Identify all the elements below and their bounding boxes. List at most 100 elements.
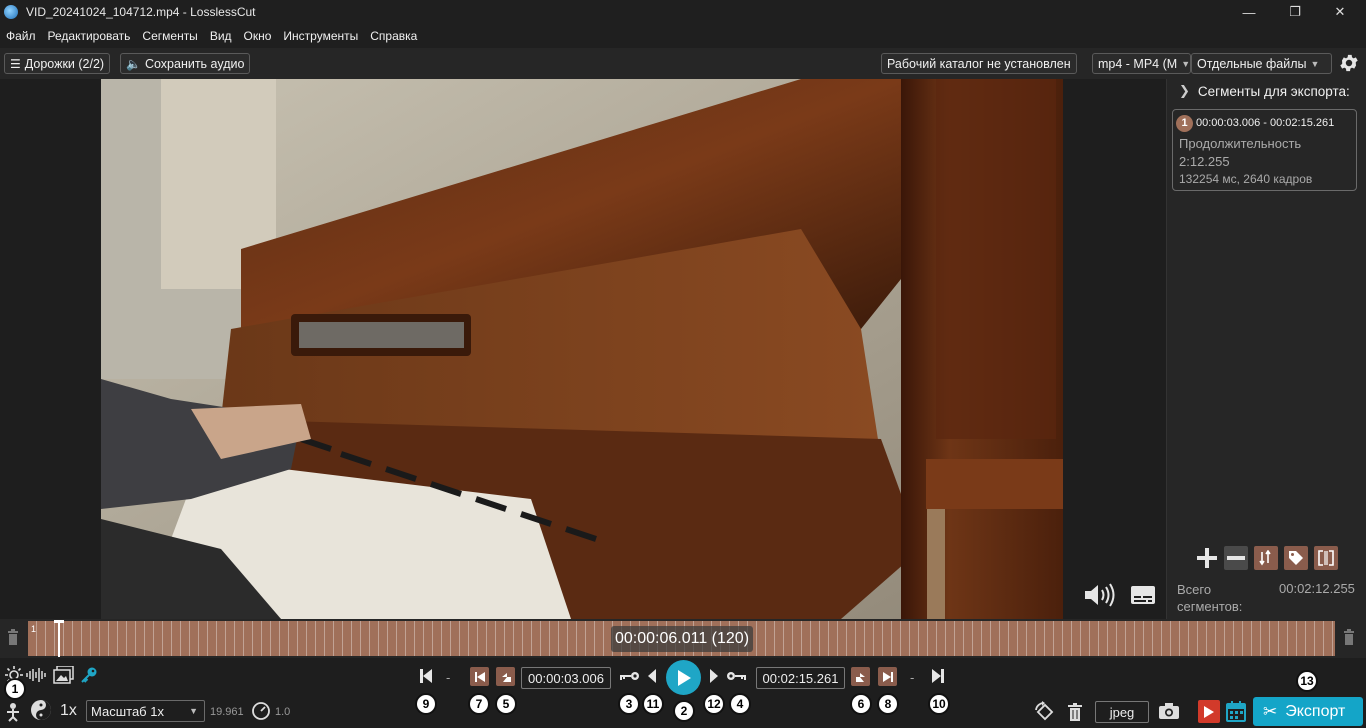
playback-speed[interactable]: 1x bbox=[60, 701, 77, 721]
play-button[interactable] bbox=[666, 660, 701, 695]
annotation-13: 13 bbox=[1296, 670, 1318, 692]
speaker-icon: 🔈 bbox=[126, 56, 141, 71]
chevron-right-icon[interactable]: ❯ bbox=[1179, 83, 1190, 99]
annotation-1: 1 bbox=[4, 678, 26, 700]
jump-to-start-icon[interactable] bbox=[419, 667, 433, 685]
segment-duration-ms: 132254 мс, 2640 кадров bbox=[1179, 172, 1313, 186]
annotation-2: 2 bbox=[673, 700, 695, 722]
title-bar: VID_20241024_104712.mp4 - LosslessCut — … bbox=[0, 0, 1366, 24]
separator-text: - bbox=[446, 670, 451, 685]
segments-header-label: Сегменты для экспорта: bbox=[1197, 83, 1350, 99]
scissors-icon: ✂ bbox=[1263, 701, 1278, 721]
maximize-button[interactable]: ❐ bbox=[1272, 0, 1318, 24]
keyframe-forward-icon[interactable] bbox=[726, 669, 748, 683]
key-icon[interactable] bbox=[80, 666, 98, 684]
thumbnails-icon[interactable] bbox=[53, 666, 74, 684]
cut-start-time-input[interactable]: 00:00:03.006 bbox=[521, 667, 611, 689]
rotate-icon[interactable] bbox=[1033, 701, 1055, 723]
jump-cut-start-icon[interactable] bbox=[470, 667, 489, 686]
menu-window[interactable]: Окно bbox=[244, 29, 272, 43]
working-dir-label: Рабочий каталог не установлен bbox=[887, 56, 1071, 71]
tracks-button[interactable]: ☰ Дорожки (2/2) bbox=[4, 53, 111, 74]
menu-edit[interactable]: Редактировать bbox=[48, 29, 131, 43]
play-segments-icon[interactable] bbox=[1198, 700, 1220, 723]
separator-text: - bbox=[910, 670, 915, 685]
reorder-segments-icon[interactable] bbox=[1254, 546, 1278, 570]
annotation-4: 4 bbox=[729, 693, 751, 715]
segment-duration-label: Продолжительность bbox=[1179, 136, 1302, 151]
menu-tools[interactable]: Инструменты bbox=[283, 29, 358, 43]
output-mode-select[interactable]: Отдельные файлы ▼ bbox=[1191, 53, 1332, 74]
video-margin-left bbox=[0, 79, 101, 619]
previous-frame-icon[interactable] bbox=[646, 668, 658, 684]
format-select[interactable]: mp4 - MP4 (M ▼ bbox=[1092, 53, 1191, 74]
menu-view[interactable]: Вид bbox=[210, 29, 232, 43]
app-window: VID_20241024_104712.mp4 - LosslessCut — … bbox=[0, 0, 1366, 728]
total-segments-duration: 00:02:12.255 bbox=[1279, 581, 1355, 596]
speedometer-icon[interactable] bbox=[251, 701, 271, 721]
annotation-7: 7 bbox=[468, 693, 490, 715]
chevron-down-icon: ▼ bbox=[189, 706, 198, 716]
add-segment-icon[interactable] bbox=[1195, 546, 1219, 570]
remove-segment-icon[interactable] bbox=[1224, 546, 1248, 570]
jump-to-end-icon[interactable] bbox=[931, 667, 945, 685]
segment-card[interactable]: 1 00:00:03.006 - 00:02:15.261 Продолжите… bbox=[1172, 109, 1357, 191]
volume-icon[interactable] bbox=[1083, 582, 1115, 608]
menu-bar: Файл Редактировать Сегменты Вид Окно Инс… bbox=[0, 24, 1366, 48]
trash-icon[interactable] bbox=[1343, 629, 1357, 647]
subtitles-icon[interactable] bbox=[1130, 585, 1156, 605]
list-icon: ☰ bbox=[10, 56, 21, 71]
split-segment-icon[interactable] bbox=[1314, 546, 1338, 570]
speed-value-text: 1.0 bbox=[275, 706, 291, 718]
yin-yang-icon[interactable] bbox=[30, 699, 52, 721]
timeline-person-icon[interactable] bbox=[4, 698, 22, 722]
cut-end-time-input[interactable]: 00:02:15.261 bbox=[756, 667, 845, 689]
tracks-label: Дорожки (2/2) bbox=[24, 56, 105, 71]
app-logo-icon bbox=[4, 5, 18, 19]
annotation-9: 9 bbox=[415, 693, 437, 715]
gear-icon[interactable] bbox=[1338, 52, 1360, 74]
video-frame bbox=[101, 79, 1063, 619]
total-segments-label: Всего сегментов: bbox=[1177, 582, 1243, 614]
annotation-5: 5 bbox=[495, 693, 517, 715]
minimize-button[interactable]: — bbox=[1226, 0, 1272, 24]
export-button[interactable]: ✂ Экспорт bbox=[1253, 697, 1363, 726]
jump-cut-end-icon[interactable] bbox=[878, 667, 897, 686]
video-margin-right bbox=[1063, 79, 1166, 619]
save-audio-button[interactable]: 🔈 Сохранить аудио bbox=[120, 53, 251, 74]
menu-help[interactable]: Справка bbox=[370, 29, 417, 43]
annotation-8: 8 bbox=[877, 693, 899, 715]
top-toolbar: ☰ Дорожки (2/2) 🔈 Сохранить аудио Рабочи… bbox=[0, 48, 1366, 79]
annotation-12: 12 bbox=[703, 693, 725, 715]
delete-icon[interactable] bbox=[1067, 702, 1083, 722]
zoom-value: Масштаб 1x bbox=[91, 703, 164, 719]
set-cut-end-icon[interactable] bbox=[851, 667, 870, 686]
calendar-icon[interactable] bbox=[1226, 700, 1246, 722]
annotation-10: 10 bbox=[928, 693, 950, 715]
segment-duration: 2:12.255 bbox=[1179, 154, 1230, 169]
trash-icon[interactable] bbox=[7, 629, 21, 647]
waveform-icon[interactable] bbox=[26, 667, 48, 683]
working-dir-button[interactable]: Рабочий каталог не установлен bbox=[881, 53, 1077, 74]
capture-format-select[interactable]: jpeg bbox=[1095, 701, 1149, 723]
segment-number-badge: 1 bbox=[1176, 115, 1193, 132]
annotation-11: 11 bbox=[642, 693, 664, 715]
segments-panel: ❯ Сегменты для экспорта: 1 00:00:03.006 … bbox=[1166, 79, 1366, 619]
window-title: VID_20241024_104712.mp4 - LosslessCut bbox=[26, 5, 256, 19]
menu-segments[interactable]: Сегменты bbox=[142, 29, 197, 43]
segments-header[interactable]: ❯ Сегменты для экспорта: bbox=[1179, 83, 1350, 99]
set-cut-start-icon[interactable] bbox=[496, 667, 515, 686]
segment-range: 00:00:03.006 - 00:02:15.261 bbox=[1196, 117, 1335, 129]
next-frame-icon[interactable] bbox=[708, 668, 720, 684]
zoom-select[interactable]: Масштаб 1x ▼ bbox=[86, 700, 205, 722]
menu-file[interactable]: Файл bbox=[6, 29, 36, 43]
close-button[interactable]: ✕ bbox=[1317, 0, 1363, 24]
tag-icon[interactable] bbox=[1284, 546, 1308, 570]
chevron-down-icon: ▼ bbox=[1181, 58, 1191, 69]
keyframe-back-icon[interactable] bbox=[618, 669, 640, 683]
camera-icon[interactable] bbox=[1158, 702, 1180, 720]
format-value: mp4 - MP4 (M bbox=[1098, 56, 1178, 71]
playhead[interactable] bbox=[58, 621, 60, 657]
timeline-segment-number: 1 bbox=[31, 624, 37, 634]
video-player[interactable] bbox=[101, 79, 1063, 619]
